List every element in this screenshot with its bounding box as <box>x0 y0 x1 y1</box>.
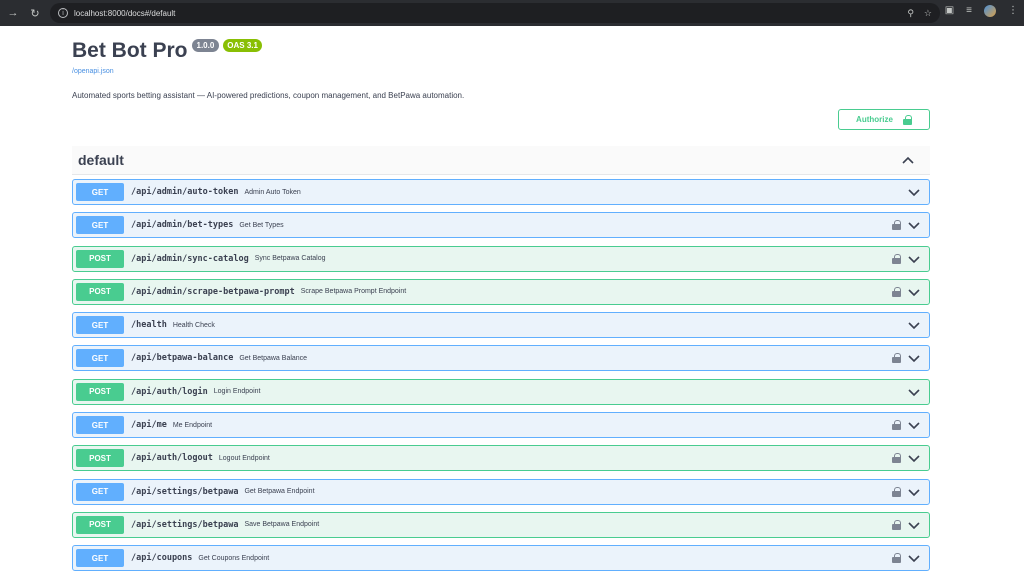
chevron-down-icon[interactable] <box>907 385 921 399</box>
method-badge: POST <box>76 449 124 468</box>
operation-path: /api/admin/sync-catalog <box>131 253 249 264</box>
page-title: Bet Bot Pro <box>72 39 188 62</box>
operation-row[interactable]: GET/api/admin/bet-types Get Bet Types <box>72 212 930 239</box>
lock-icon[interactable] <box>892 486 901 497</box>
operation-row[interactable]: POST/api/settings/betpawa Save Betpawa En… <box>72 511 930 538</box>
method-badge: GET <box>76 216 124 235</box>
method-badge: GET <box>76 316 124 335</box>
operation-row[interactable]: GET/api/admin/auto-token Admin Auto Token <box>72 179 930 205</box>
operation-path: /api/settings/betpawa <box>131 519 239 530</box>
reload-icon[interactable]: ↻ <box>26 4 44 22</box>
lock-icon[interactable] <box>892 353 901 364</box>
operation-row[interactable]: POST/api/admin/scrape-betpawa-prompt Scra… <box>72 278 930 305</box>
operation-summary: Get Bet Types <box>239 221 284 229</box>
browser-toolbar: → ↻ i localhost:8000/docs#/default ⚲ ☆ ▣… <box>0 0 1024 26</box>
method-badge: GET <box>76 482 124 501</box>
chevron-down-icon[interactable] <box>907 218 921 232</box>
method-badge: POST <box>76 515 124 534</box>
address-bar[interactable]: i localhost:8000/docs#/default ⚲ ☆ <box>50 3 940 23</box>
lock-icon[interactable] <box>892 420 901 431</box>
lock-icon[interactable] <box>892 453 901 464</box>
chevron-down-icon[interactable] <box>907 351 921 365</box>
method-badge: POST <box>76 282 124 301</box>
api-description: Automated sports betting assistant — AI-… <box>72 91 465 100</box>
operation-summary: Sync Betpawa Catalog <box>254 255 326 263</box>
method-badge: GET <box>76 416 124 435</box>
operation-summary: Health Check <box>172 321 215 329</box>
operation-row[interactable]: GET/health Health Check <box>72 312 930 339</box>
chevron-down-icon[interactable] <box>907 285 921 299</box>
site-info-icon[interactable]: i <box>58 8 68 18</box>
lock-icon[interactable] <box>892 253 901 264</box>
chevron-down-icon[interactable] <box>907 551 921 565</box>
operation-row[interactable]: GET/api/betpawa-balance Get Betpawa Balan… <box>72 345 930 372</box>
method-badge: POST <box>76 249 124 268</box>
section-header-default[interactable]: default <box>72 146 930 175</box>
operation-path: /api/me <box>131 420 167 431</box>
operation-path: /api/admin/bet-types <box>131 220 234 231</box>
operation-summary: Get Coupons Endpoint <box>198 554 270 562</box>
forward-icon[interactable]: → <box>4 4 22 22</box>
api-info: Bet Bot Pro 1.0.0 OAS 3.1 /openapi.json … <box>72 38 932 100</box>
profile-avatar[interactable] <box>984 5 996 17</box>
operation-row[interactable]: GET/api/me Me Endpoint <box>72 412 930 439</box>
section-title: default <box>78 152 124 168</box>
chevron-down-icon[interactable] <box>907 485 921 499</box>
operation-row[interactable]: GET/api/settings/betpawa Get Betpawa Endp… <box>72 478 930 505</box>
oas-badge: OAS 3.1 <box>223 39 262 52</box>
chevron-down-icon[interactable] <box>907 451 921 465</box>
chevron-down-icon[interactable] <box>907 318 921 332</box>
operation-path: /api/coupons <box>131 553 193 564</box>
version-badge: 1.0.0 <box>191 39 220 52</box>
reading-list-icon[interactable]: ≡ <box>966 5 972 17</box>
unlocked-icon <box>902 114 912 125</box>
bookmark-star-icon[interactable]: ☆ <box>924 8 932 19</box>
operation-row[interactable]: GET/api/coupons Get Coupons Endpoint <box>72 545 930 572</box>
method-badge: GET <box>76 183 124 201</box>
chevron-down-icon[interactable] <box>907 518 921 532</box>
operation-summary: Scrape Betpawa Prompt Endpoint <box>300 288 407 296</box>
operation-path: /api/auth/logout <box>131 453 213 464</box>
operation-summary: Get Betpawa Balance <box>239 354 308 362</box>
operation-row[interactable]: POST/api/auth/logout Logout Endpoint <box>72 445 930 472</box>
operation-summary: Admin Auto Token <box>244 188 301 196</box>
operation-path: /api/auth/login <box>131 386 208 397</box>
chevron-down-icon[interactable] <box>907 185 921 199</box>
operations-list: GET/api/admin/auto-token Admin Auto Token… <box>72 179 930 579</box>
operation-summary: Login Endpoint <box>213 388 261 396</box>
authorize-button[interactable]: Authorize <box>838 109 930 130</box>
zoom-icon[interactable]: ⚲ <box>907 8 914 19</box>
method-badge: POST <box>76 382 124 401</box>
operation-path: /api/betpawa-balance <box>131 353 234 364</box>
extensions-icon[interactable]: ▣ <box>945 5 954 17</box>
operation-path: /health <box>131 320 167 331</box>
chevron-up-icon[interactable] <box>900 152 916 168</box>
operation-row[interactable]: POST/api/admin/sync-catalog Sync Betpawa … <box>72 245 930 272</box>
method-badge: GET <box>76 549 124 568</box>
operation-summary: Me Endpoint <box>172 421 213 429</box>
operation-summary: Logout Endpoint <box>218 454 270 462</box>
lock-icon[interactable] <box>892 220 901 231</box>
operation-summary: Save Betpawa Endpoint <box>244 521 320 529</box>
operation-path: /api/settings/betpawa <box>131 486 239 497</box>
url-text: localhost:8000/docs#/default <box>74 8 176 18</box>
operation-summary: Get Betpawa Endpoint <box>244 488 315 496</box>
lock-icon[interactable] <box>892 519 901 530</box>
operation-row[interactable]: POST/api/auth/login Login Endpoint <box>72 378 930 405</box>
chevron-down-icon[interactable] <box>907 252 921 266</box>
openapi-json-link[interactable]: /openapi.json <box>72 68 932 75</box>
operation-path: /api/admin/scrape-betpawa-prompt <box>131 286 295 297</box>
operation-path: /api/admin/auto-token <box>131 187 239 197</box>
chevron-down-icon[interactable] <box>907 418 921 432</box>
lock-icon[interactable] <box>892 286 901 297</box>
authorize-label: Authorize <box>856 115 893 124</box>
menu-icon[interactable]: ⋮ <box>1008 5 1018 17</box>
lock-icon[interactable] <box>892 553 901 564</box>
method-badge: GET <box>76 349 124 368</box>
